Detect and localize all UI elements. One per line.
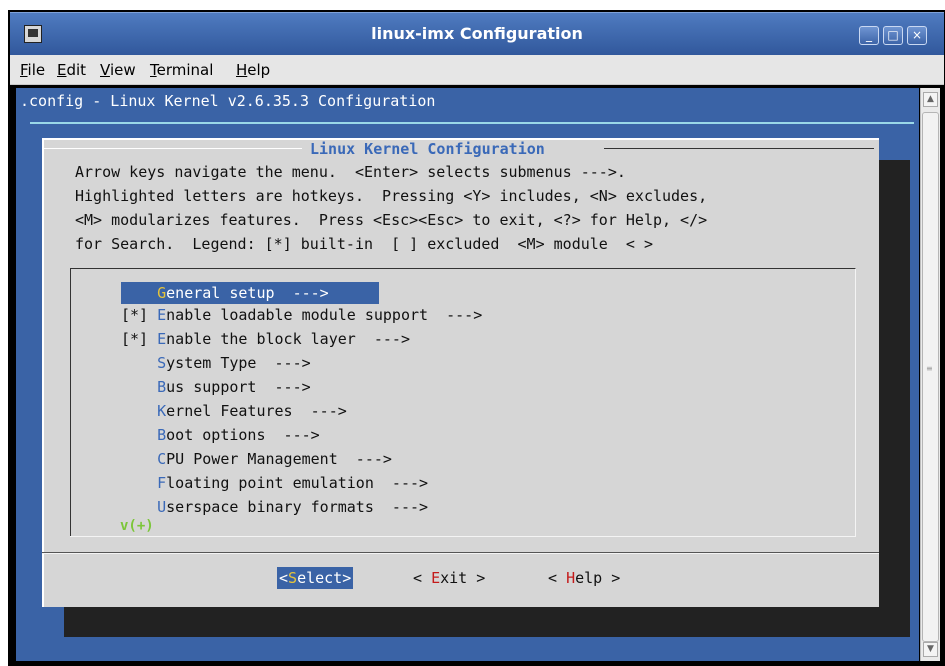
- menu-item-general-setup[interactable]: General setup --->: [121, 282, 379, 304]
- dialog-shadow-right: [879, 160, 910, 637]
- menu-item-kernel-features[interactable]: Kernel Features --->: [121, 400, 347, 422]
- more-items-indicator: v(+): [120, 518, 154, 534]
- menu-item-cpu-power-management[interactable]: CPU Power Management --->: [121, 448, 392, 470]
- dialog-shadow-bottom: [64, 607, 910, 637]
- menu-item-label: PU Power Management --->: [166, 450, 392, 468]
- menu-bar: File Edit View Terminal Help: [10, 55, 944, 85]
- menu-item-label: us support --->: [166, 378, 311, 396]
- menu-help[interactable]: Help: [236, 61, 270, 79]
- menu-item-hotkey: B: [157, 426, 167, 444]
- maximize-button[interactable]: □: [883, 26, 903, 45]
- menu-item-bus-support[interactable]: Bus support --->: [121, 376, 311, 398]
- menu-file-hotkey: F: [20, 61, 28, 79]
- help-button-open: <: [548, 569, 567, 587]
- menu-item-hotkey: B: [157, 378, 167, 396]
- scroll-down-arrow-icon[interactable]: ▼: [923, 642, 938, 657]
- help-button-label: elp: [575, 569, 603, 587]
- menu-item-system-type[interactable]: System Type --->: [121, 352, 311, 374]
- menu-item-label: oot options --->: [166, 426, 320, 444]
- menu-file-label: ile: [27, 61, 46, 79]
- menu-edit[interactable]: Edit: [57, 61, 86, 79]
- dialog-border-right: [604, 148, 874, 149]
- close-button[interactable]: ×: [907, 26, 927, 45]
- menu-view-label: iew: [109, 61, 136, 79]
- menu-item-hotkey: U: [157, 498, 167, 516]
- menu-item-userspace-binary-formats[interactable]: Userspace binary formats --->: [121, 496, 428, 518]
- select-button-close: >: [342, 569, 352, 587]
- menu-item-prefix: [*]: [121, 306, 158, 324]
- menu-item-hotkey: E: [157, 330, 167, 348]
- menu-item-prefix: [121, 354, 157, 372]
- menu-item-label: loating point emulation --->: [166, 474, 429, 492]
- menu-file[interactable]: File: [20, 61, 45, 79]
- menu-terminal[interactable]: Terminal: [150, 61, 213, 79]
- help-line-2: Highlighted letters are hotkeys. Pressin…: [75, 187, 708, 205]
- scrollbar-thumb[interactable]: [922, 112, 939, 642]
- button-separator-highlight: [42, 553, 879, 554]
- exit-button-label: xit: [440, 569, 468, 587]
- title-bar: linux-imx Configuration _ □ ×: [10, 12, 944, 55]
- help-line-4: for Search. Legend: [*] built-in [ ] exc…: [75, 235, 653, 253]
- menu-item-prefix: [121, 402, 157, 420]
- exit-button-hotkey: E: [431, 569, 441, 587]
- help-button-hotkey: H: [566, 569, 576, 587]
- exit-button[interactable]: < Exit >: [413, 567, 485, 589]
- scroll-up-arrow-icon[interactable]: ▲: [923, 92, 938, 107]
- dialog-title: Linux Kernel Configuration: [302, 140, 553, 158]
- menu-item-boot-options[interactable]: Boot options --->: [121, 424, 320, 446]
- window-title: linux-imx Configuration: [371, 24, 583, 43]
- select-button-open: <: [279, 569, 289, 587]
- menu-item-label: nable loadable module support --->: [166, 306, 483, 324]
- menu-view-hotkey: V: [100, 61, 110, 79]
- menu-help-label: elp: [247, 61, 271, 79]
- menu-item-loadable-module-support[interactable]: [*] Enable loadable module support --->: [121, 304, 482, 326]
- menu-item-hotkey: S: [157, 354, 167, 372]
- select-button-label: elect: [297, 569, 343, 587]
- menu-terminal-label: erminal: [156, 61, 214, 79]
- config-title: .config - Linux Kernel v2.6.35.3 Configu…: [20, 92, 436, 110]
- menu-view[interactable]: View: [100, 61, 136, 79]
- select-button-hotkey: S: [288, 569, 298, 587]
- menu-item-label: ystem Type --->: [166, 354, 311, 372]
- help-button[interactable]: < Help >: [548, 567, 620, 589]
- help-line-1: Arrow keys navigate the menu. <Enter> se…: [75, 163, 626, 181]
- config-title-rule: [30, 122, 914, 124]
- menu-item-label: ernel Features --->: [166, 402, 347, 420]
- menu-item-label: nable the block layer --->: [166, 330, 410, 348]
- menu-item-prefix: [121, 498, 157, 516]
- menu-item-block-layer[interactable]: [*] Enable the block layer --->: [121, 328, 410, 350]
- menu-item-prefix: [121, 284, 157, 302]
- menu-item-prefix: [121, 474, 157, 492]
- exit-button-close: >: [467, 569, 486, 587]
- menu-item-hotkey: E: [157, 306, 167, 324]
- menu-item-hotkey: G: [157, 284, 167, 302]
- menu-terminal-hotkey: T: [150, 61, 157, 79]
- vertical-scrollbar[interactable]: ▲ ≡ ▼: [920, 88, 940, 661]
- minimize-button[interactable]: _: [859, 26, 879, 45]
- menu-item-label: serspace binary formats --->: [166, 498, 429, 516]
- menu-item-hotkey: C: [157, 450, 167, 468]
- scrollbar-grip-icon: ≡: [926, 364, 933, 373]
- menu-item-prefix: [*]: [121, 330, 158, 348]
- menu-item-label: eneral setup --->: [166, 284, 329, 302]
- menu-item-prefix: [121, 378, 157, 396]
- help-line-3: <M> modularizes features. Press <Esc><Es…: [75, 211, 708, 229]
- help-button-close: >: [602, 569, 621, 587]
- menu-help-hotkey: H: [236, 61, 248, 79]
- menu-item-prefix: [121, 450, 157, 468]
- menu-item-hotkey: K: [157, 402, 167, 420]
- exit-button-open: <: [413, 569, 432, 587]
- menu-item-hotkey: F: [157, 474, 167, 492]
- menu-list-box-bottom: [70, 536, 856, 537]
- menu-item-prefix: [121, 426, 157, 444]
- menu-item-floating-point-emulation[interactable]: Floating point emulation --->: [121, 472, 428, 494]
- select-button[interactable]: <Select>: [277, 567, 354, 589]
- dialog-border-left: [44, 148, 302, 149]
- menu-edit-label: dit: [66, 61, 87, 79]
